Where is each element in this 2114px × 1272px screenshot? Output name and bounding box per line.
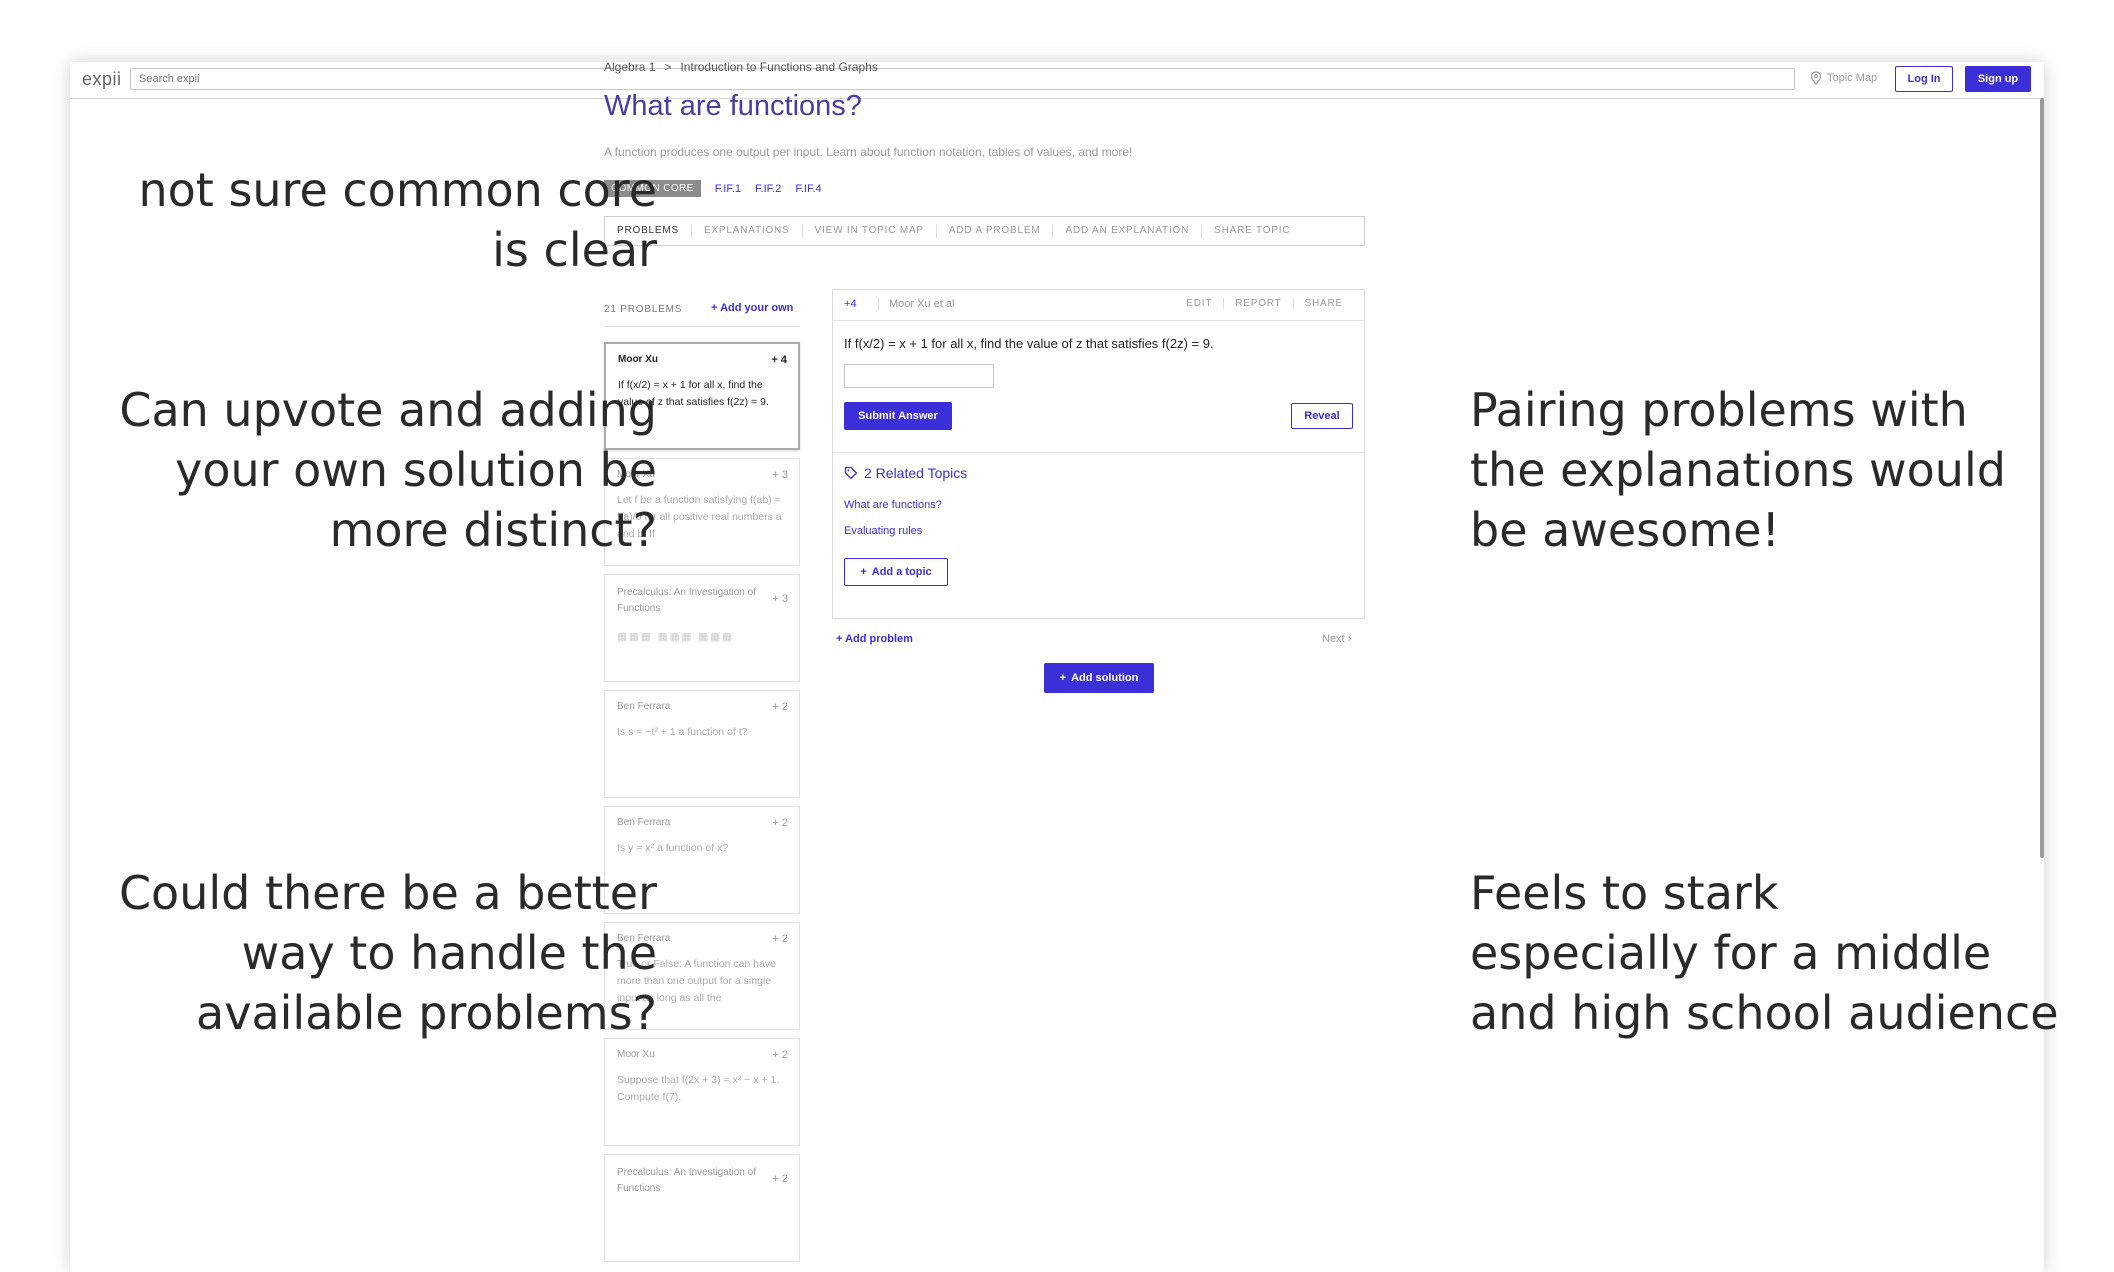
page-title: What are functions? [604,90,862,122]
chevron-right-icon: › [1347,633,1352,645]
add-your-own-button[interactable]: + Add your own [711,302,793,314]
problem-votes: + 4 [771,354,787,366]
problem-votes: + 2 [772,701,788,713]
tab-explanations[interactable]: EXPLANATIONS [692,224,803,238]
submit-answer-button[interactable]: Submit Answer [844,402,952,430]
problem-author: Ben Ferrara [617,701,671,712]
search-input[interactable] [130,68,1795,90]
problem-card[interactable]: Precalculus: An Investigation of Functio… [604,574,800,682]
page-subtitle: A function produces one output per input… [604,145,1133,159]
breadcrumb-separator: > [664,60,672,74]
problem-text: Suppose that f(2x + 3) = x² − x + 1. Com… [617,1074,780,1103]
signup-button[interactable]: Sign up [1965,66,2031,92]
problem-votes: + 3 [772,469,788,481]
breadcrumb-item-intro[interactable]: Introduction to Functions and Graphs [680,60,877,74]
related-topic-link[interactable]: Evaluating rules [844,525,922,537]
problem-actions: EDIT REPORT SHARE [1175,298,1354,309]
problem-list-header: 21 PROBLEMS + Add your own [604,296,800,327]
map-pin-icon [1810,71,1822,85]
problem-votes: + 2 [772,817,788,829]
plus-icon: + [860,566,867,578]
add-topic-label: Add a topic [871,566,932,578]
problem-question: If f(x/2) = x + 1 for all x, find the va… [844,336,1214,351]
add-problem-label: Add problem [845,633,913,645]
add-solution-label: Add solution [1071,672,1139,684]
tab-add-a-problem[interactable]: ADD A PROBLEM [937,224,1054,238]
topic-map-label: Topic Map [1827,72,1878,84]
problem-votes: + 3 [772,593,788,605]
problem-author: Moor Xu [617,1049,655,1060]
problem-author: Moor Xu [618,354,658,365]
problem-detail-author[interactable]: Moor Xu et al [878,298,954,310]
problem-card[interactable]: Precalculus: An Investigation of Functio… [604,1154,800,1262]
problem-votes: + 2 [772,1049,788,1061]
report-button[interactable]: REPORT [1223,298,1292,309]
next-label: Next [1322,633,1345,645]
upvote-count: 4 [850,298,857,310]
topic-tabs: PROBLEMS EXPLANATIONS VIEW IN TOPIC MAP … [604,216,1365,246]
problem-text: Is y = x² a function of x? [617,842,729,854]
breadcrumb-item-algebra[interactable]: Algebra 1 [604,60,655,74]
problem-author: Precalculus: An Investigation of Functio… [617,1167,756,1194]
annotation-common-core: not sure common core is clear [138,163,657,277]
add-problem-button[interactable]: + Add problem [836,633,913,645]
problem-text: Is s = −t² + 1 a function of t? [617,726,748,738]
standard-link[interactable]: F.IF.2 [755,183,781,195]
related-topics: 2 Related Topics What are functions? Eva… [833,452,1364,586]
topic-map-link[interactable]: Topic Map [1810,71,1877,85]
standard-link[interactable]: F.IF.1 [715,183,741,195]
login-button[interactable]: Log In [1895,66,1953,92]
annotation-stark: Feels to stark especially for a middle a… [1470,866,2059,1040]
upvote-button[interactable]: +4 [844,298,857,310]
annotation-problems: Could there be a better way to handle th… [118,866,657,1040]
problem-card[interactable]: Moor Xu + 2 Suppose that f(2x + 3) = x² … [604,1038,800,1146]
breadcrumb: Algebra 1 > Introduction to Functions an… [604,60,878,74]
add-your-own-label: Add your own [720,302,794,314]
tab-share-topic[interactable]: SHARE TOPIC [1202,224,1302,238]
related-topics-title: 2 Related Topics [864,465,968,481]
related-topic-link[interactable]: What are functions? [844,499,942,511]
add-solution-button[interactable]: + Add solution [1044,663,1154,693]
logo[interactable]: expii [82,69,122,90]
annotation-pairing: Pairing problems with the explanations w… [1470,383,2006,557]
plus-icon: + [1059,672,1067,684]
scrollbar[interactable] [2040,98,2044,858]
problem-card[interactable]: Ben Ferrara + 2 Is s = −t² + 1 a functio… [604,690,800,798]
problem-detail-panel: +4 Moor Xu et al EDIT REPORT SHARE If f(… [832,289,1365,619]
related-topics-heading: 2 Related Topics [844,465,967,481]
problem-votes: + 2 [772,1173,788,1185]
problem-count: 21 PROBLEMS [604,304,683,315]
tag-icon [844,466,858,480]
share-button[interactable]: SHARE [1292,298,1354,309]
add-topic-button[interactable]: + Add a topic [844,558,948,586]
tab-add-an-explanation[interactable]: ADD AN EXPLANATION [1053,224,1203,238]
problem-author: Precalculus: An Investigation of Functio… [617,587,756,614]
problem-votes: + 2 [772,933,788,945]
edit-button[interactable]: EDIT [1175,298,1223,309]
tab-view-in-topic-map[interactable]: VIEW IN TOPIC MAP [803,224,937,238]
answer-input[interactable] [844,364,994,388]
problem-author: Ben Ferrara [617,817,671,828]
problem-detail-header: +4 Moor Xu et al EDIT REPORT SHARE [833,290,1364,321]
problem-matrix-preview: ▦▦▦ ▦▦▦ ▦▦▦ [617,631,735,643]
reveal-button[interactable]: Reveal [1291,403,1353,429]
annotation-upvote: Can upvote and adding your own solution … [119,383,657,557]
top-bar: expii Topic Map Log In Sign up [70,62,2044,99]
standard-link[interactable]: F.IF.4 [795,183,821,195]
next-button[interactable]: Next › [1322,633,1351,645]
